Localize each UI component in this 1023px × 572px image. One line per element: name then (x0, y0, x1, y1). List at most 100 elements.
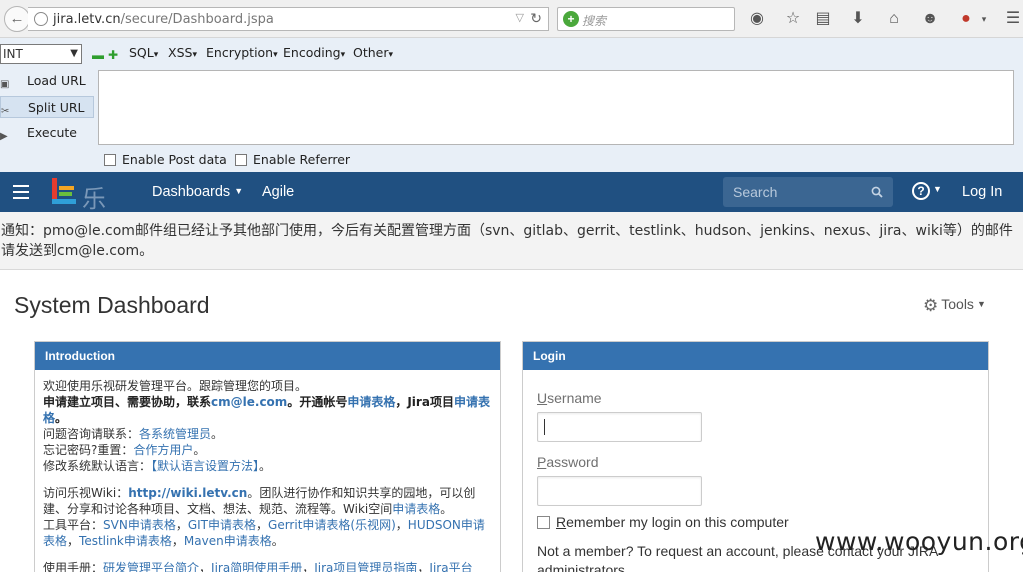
checkbox-box[interactable] (537, 516, 550, 529)
extension-dropdown-icon[interactable]: ▾ (974, 9, 994, 29)
menu-label: Encryption (206, 45, 274, 60)
palette-icon[interactable]: ◉ (747, 9, 767, 29)
checkbox-box[interactable] (235, 154, 247, 166)
username-input[interactable] (537, 412, 702, 442)
address-bar[interactable]: jira.letv.cn/secure/Dashboard.jspa ▽ ↻ (28, 7, 549, 31)
intro-text: ， (171, 534, 184, 548)
link-testlink-form[interactable]: Testlink申请表格 (79, 534, 172, 548)
decrease-icon[interactable]: ▬ (92, 48, 104, 62)
intro-password-line: 忘记密码?重置：合作方用户。 (43, 442, 495, 458)
history-dropdown-icon[interactable]: ▽ (516, 11, 524, 24)
intro-text: 。 (271, 534, 284, 548)
tools-menu[interactable]: ⚙ Tools ▼ (923, 296, 986, 316)
browser-toolbar: ← jira.letv.cn/secure/Dashboard.jspa ▽ ↻… (0, 0, 1023, 38)
link-cm-email[interactable]: cm@le.com (211, 395, 287, 409)
help-icon: ? (912, 182, 930, 200)
intro-text: ， (199, 561, 212, 572)
link-admins[interactable]: 各系统管理员 (139, 427, 211, 441)
link-account-form[interactable]: 申请表格 (347, 395, 395, 409)
execute-button[interactable]: ▶ Execute (0, 122, 94, 144)
hackbar-type-select[interactable]: INT ▼ (0, 44, 82, 64)
remember-me-checkbox[interactable]: Remember my login on this computer (537, 514, 789, 530)
reading-list-icon[interactable]: ▤ (813, 9, 833, 29)
link-svn-form[interactable]: SVN申请表格 (103, 518, 176, 532)
extension-icon[interactable]: ● (956, 9, 976, 29)
chat-icon[interactable]: ☻ (920, 9, 940, 29)
link-language-settings[interactable]: 【默认语言设置方法】 (151, 459, 259, 473)
link-gerrit-form[interactable]: Gerrit申请表格(乐视网) (268, 518, 396, 532)
remember-accesskey: R (556, 514, 567, 530)
username-label-text: sername (547, 390, 602, 406)
load-url-button[interactable]: ▣ Load URL (0, 70, 94, 92)
address-url: jira.letv.cn/secure/Dashboard.jspa (53, 12, 274, 27)
intro-text: ， (67, 534, 80, 548)
header-login-link[interactable]: Log In (962, 184, 1002, 200)
intro-text: 访问乐视Wiki： (43, 486, 129, 500)
bookmark-star-icon[interactable]: ☆ (783, 9, 803, 29)
link-platform-intro[interactable]: 研发管理平台简介 (103, 561, 199, 572)
split-url-label: Split URL (28, 100, 85, 115)
hackbar-menu-other[interactable]: Other▾ (353, 45, 393, 60)
link-jira-manual[interactable]: Jira简明使用手册 (211, 561, 302, 572)
nav-agile[interactable]: Agile (262, 184, 294, 200)
intro-text: ，Jira项目 (395, 395, 454, 409)
play-icon: ▶ (0, 131, 8, 142)
password-accesskey: P (537, 454, 547, 470)
intro-text: 问题咨询请联系： (43, 427, 140, 441)
home-icon[interactable]: ⌂ (884, 9, 904, 29)
nav-dashboards[interactable]: Dashboards ▼ (152, 184, 243, 200)
link-maven-form[interactable]: Maven申请表格 (184, 534, 272, 548)
hackbar-menu-xss[interactable]: XSS▾ (168, 45, 197, 60)
hackbar-menu-sql[interactable]: SQL▾ (129, 45, 158, 60)
enable-post-data-checkbox[interactable]: Enable Post data (104, 152, 227, 167)
hackbar-menu-encryption[interactable]: Encryption▾ (206, 45, 278, 60)
link-wiki-form[interactable]: 申请表格 (392, 502, 440, 516)
menu-icon[interactable]: ☰ (1003, 9, 1023, 29)
jira-search-input[interactable]: Search (723, 177, 893, 207)
jira-search-placeholder: Search (733, 184, 778, 200)
download-icon[interactable]: ⬇ (848, 9, 868, 29)
search-engine-icon[interactable]: + (563, 11, 579, 27)
link-admin-guide[interactable]: Jira项目管理员指南 (314, 561, 417, 572)
letv-logo-icon (52, 178, 76, 204)
intro-text: 工具平台： (43, 518, 104, 532)
link-wiki[interactable]: http://wiki.letv.cn (128, 486, 247, 500)
username-accesskey: U (537, 390, 548, 406)
intro-text: 。 (55, 411, 68, 425)
referrer-label: Enable Referrer (253, 152, 351, 167)
page-title: System Dashboard (14, 292, 210, 318)
introduction-heading: Introduction (35, 342, 500, 370)
split-url-button[interactable]: ✂ Split URL (0, 96, 94, 118)
reload-icon[interactable]: ↻ (530, 10, 542, 27)
intro-welcome: 欢迎使用乐视研发管理平台。跟踪管理您的项目。 (43, 379, 308, 393)
load-icon: ▣ (0, 79, 10, 90)
intro-wiki-line: 访问乐视Wiki：http://wiki.letv.cn。团队进行协作和知识共享… (43, 485, 495, 517)
hackbar-menu-encoding[interactable]: Encoding▾ (283, 45, 345, 60)
intro-manual-line: 使用手册：研发管理平台简介，Jira简明使用手册，Jira项目管理员指南，Jir… (43, 560, 495, 572)
increase-icon[interactable]: ✚ (108, 48, 118, 62)
app-switcher-icon[interactable] (13, 185, 29, 199)
intro-contact-line: 问题咨询请联系：各系统管理员。 (43, 426, 495, 442)
hackbar-url-textarea[interactable] (98, 70, 1014, 145)
post-data-label: Enable Post data (122, 152, 227, 167)
introduction-gadget: Introduction 欢迎使用乐视研发管理平台。跟踪管理您的项目。 申请建立… (34, 341, 501, 572)
browser-search-box[interactable]: + 搜索 (557, 7, 735, 31)
password-input[interactable] (537, 476, 702, 506)
enable-referrer-checkbox[interactable]: Enable Referrer (235, 152, 350, 167)
nav-dashboards-label: Dashboards (152, 184, 231, 200)
url-path: /secure/Dashboard.jspa (120, 12, 274, 27)
intro-text: 。 (440, 502, 453, 516)
chevron-down-icon: ▼ (976, 299, 986, 309)
back-arrow-icon[interactable]: ← (4, 6, 30, 32)
load-url-label: Load URL (27, 73, 86, 88)
link-jira-platform[interactable]: Jira平台 (429, 561, 472, 572)
password-label: Password (537, 454, 598, 470)
link-git-form[interactable]: GIT申请表格 (188, 518, 256, 532)
checkbox-box[interactable] (104, 154, 116, 166)
scissors-icon: ✂ (1, 106, 10, 117)
help-menu[interactable]: ? ▼ (912, 182, 942, 200)
password-label-text: assword (546, 454, 599, 470)
link-partner-users[interactable]: 合作方用户 (133, 443, 193, 457)
intro-text: 。 (259, 459, 272, 473)
intro-apply-line: 申请建立项目、需要协助，联系cm@le.com。开通帐号申请表格，Jira项目申… (43, 394, 495, 426)
